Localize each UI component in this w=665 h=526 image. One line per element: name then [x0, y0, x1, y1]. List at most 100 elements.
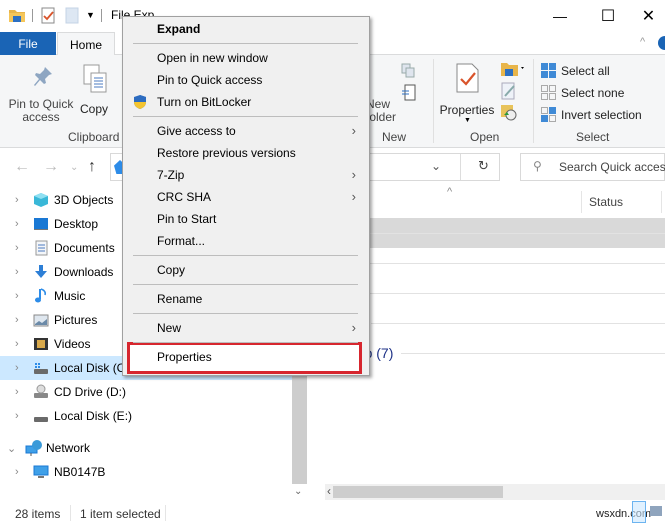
scroll-left-icon[interactable]: ‹: [327, 484, 331, 498]
properties-button[interactable]: Properties ▼: [438, 60, 496, 126]
menu-item-expand[interactable]: Expand: [124, 18, 366, 40]
menu-item-give-access-to[interactable]: Give access to ›: [124, 120, 366, 142]
menu-item-label: Turn on BitLocker: [157, 95, 252, 109]
menu-item-label: Give access to: [157, 124, 236, 138]
properties-icon: [456, 63, 480, 96]
chevron-right-icon[interactable]: ›: [15, 290, 27, 302]
sidebar-item-label: Local Disk (C:): [54, 361, 133, 375]
chevron-right-icon[interactable]: ›: [15, 218, 27, 230]
up-button[interactable]: ↑: [88, 158, 96, 176]
menu-item-turn-on-bitlocker[interactable]: Turn on BitLocker: [124, 91, 366, 113]
toolbar-separator: [32, 9, 33, 22]
invert-selection-label: Invert selection: [561, 108, 642, 122]
scroll-down-icon[interactable]: ⌄: [294, 486, 302, 497]
close-button[interactable]: ✕: [632, 0, 665, 32]
search-box[interactable]: ⚲ Search Quick access: [520, 153, 665, 181]
sidebar-item-nb0147b[interactable]: › NB0147B: [0, 460, 292, 484]
status-separator: [165, 505, 166, 521]
open-folder-icon[interactable]: [500, 61, 526, 80]
chevron-right-icon[interactable]: ›: [15, 386, 27, 398]
sidebar-item-label: Documents: [54, 241, 115, 255]
forward-button[interactable]: →: [43, 158, 59, 176]
sidebar-item-label: Downloads: [54, 265, 114, 279]
back-button[interactable]: ←: [14, 158, 30, 176]
select-none-button[interactable]: Select none: [541, 83, 624, 103]
menu-item-pin-to-start[interactable]: Pin to Start: [124, 208, 366, 230]
maximize-button[interactable]: ☐: [585, 0, 631, 32]
sidebar-item-cd-drive-d[interactable]: › CD Drive (D:): [0, 380, 292, 404]
invert-selection-button[interactable]: Invert selection: [541, 105, 642, 125]
new-item-icon[interactable]: [400, 62, 422, 80]
new-folder-label-line2[interactable]: folder: [366, 111, 396, 124]
sidebar-item-label: Videos: [54, 337, 91, 351]
menu-item-format[interactable]: Format...: [124, 230, 366, 252]
menu-item-properties[interactable]: Properties: [124, 346, 366, 368]
folder-icon[interactable]: [8, 7, 26, 23]
status-separator: [70, 505, 71, 521]
menu-item-7-zip[interactable]: 7-Zip ›: [124, 164, 366, 186]
column-status[interactable]: Status: [589, 195, 623, 209]
submenu-arrow-icon: ›: [351, 123, 356, 138]
easy-access-icon[interactable]: [400, 83, 422, 101]
chevron-right-icon[interactable]: ›: [15, 466, 27, 478]
chevron-right-icon[interactable]: ›: [15, 410, 27, 422]
menu-item-restore-previous-versions[interactable]: Restore previous versions: [124, 142, 366, 164]
menu-item-label: Expand: [157, 22, 201, 36]
menu-separator: [133, 255, 358, 256]
menu-item-copy[interactable]: Copy: [124, 259, 366, 281]
recent-locations-icon[interactable]: ⌄: [70, 162, 78, 173]
tab-home[interactable]: Home: [57, 32, 115, 56]
edit-icon[interactable]: [500, 82, 518, 103]
properties-dropdown-icon[interactable]: ▼: [464, 117, 471, 124]
invert-selection-icon: [541, 107, 556, 122]
sidebar-item-network[interactable]: ⌄ Network: [0, 436, 292, 460]
properties-check-icon[interactable]: [40, 7, 58, 24]
select-all-icon: [541, 63, 556, 78]
menu-item-open-in-new-window[interactable]: Open in new window: [124, 47, 366, 69]
chevron-right-icon[interactable]: ›: [15, 362, 27, 374]
menu-separator: [133, 43, 358, 44]
select-all-button[interactable]: Select all: [541, 61, 610, 81]
menu-item-rename[interactable]: Rename: [124, 288, 366, 310]
menu-separator: [133, 313, 358, 314]
minimize-button[interactable]: —: [537, 0, 583, 32]
copy-button[interactable]: Copy: [78, 61, 112, 116]
sidebar-item-label: 3D Objects: [54, 193, 114, 207]
chevron-right-icon[interactable]: ›: [15, 338, 27, 350]
help-icon[interactable]: [658, 36, 665, 50]
menu-item-pin-to-quick-access[interactable]: Pin to Quick access: [124, 69, 366, 91]
refresh-icon[interactable]: ↻: [478, 158, 489, 174]
chevron-right-icon[interactable]: ›: [15, 242, 27, 254]
large-icons-view-button[interactable]: [650, 506, 662, 516]
history-icon[interactable]: [500, 103, 518, 124]
address-dropdown-icon[interactable]: ⌄: [431, 159, 441, 173]
submenu-arrow-icon: ›: [351, 167, 356, 182]
new-folder-icon[interactable]: [65, 7, 83, 24]
chevron-right-icon[interactable]: ›: [15, 314, 27, 326]
chevron-right-icon[interactable]: ›: [15, 194, 27, 206]
status-bar: 28 items 1 item selected wsxdn.com: [0, 500, 665, 526]
sidebar-item-label: Pictures: [54, 313, 98, 327]
collapse-ribbon-icon[interactable]: ^: [640, 36, 645, 48]
properties-label: Properties: [439, 103, 495, 117]
menu-item-crc-sha[interactable]: CRC SHA ›: [124, 186, 366, 208]
horizontal-scrollbar-thumb[interactable]: [333, 486, 503, 498]
group-divider: [363, 262, 665, 264]
chevron-right-icon[interactable]: ›: [15, 266, 27, 278]
menu-separator: [133, 116, 358, 117]
chevron-down-icon[interactable]: ⌄: [7, 442, 19, 455]
downloads-icon: [33, 264, 49, 280]
pin-to-quick-access-button[interactable]: Pin to Quick access: [6, 61, 76, 124]
group-divider: [350, 232, 665, 234]
tab-file[interactable]: File: [0, 32, 56, 55]
menu-item-new[interactable]: New ›: [124, 317, 366, 339]
clipboard-group: Pin to Quick access Copy Clipboard: [0, 55, 120, 148]
column-divider: [581, 191, 582, 213]
sidebar-item-local-disk-e[interactable]: › Local Disk (E:): [0, 404, 292, 428]
desktop-icon: [33, 216, 49, 232]
address-separator: [460, 154, 461, 180]
menu-item-label: New: [157, 321, 182, 335]
details-view-button[interactable]: [632, 501, 646, 523]
local-disk-icon: [33, 360, 49, 376]
customize-dropdown-icon[interactable]: ▼: [86, 10, 95, 20]
